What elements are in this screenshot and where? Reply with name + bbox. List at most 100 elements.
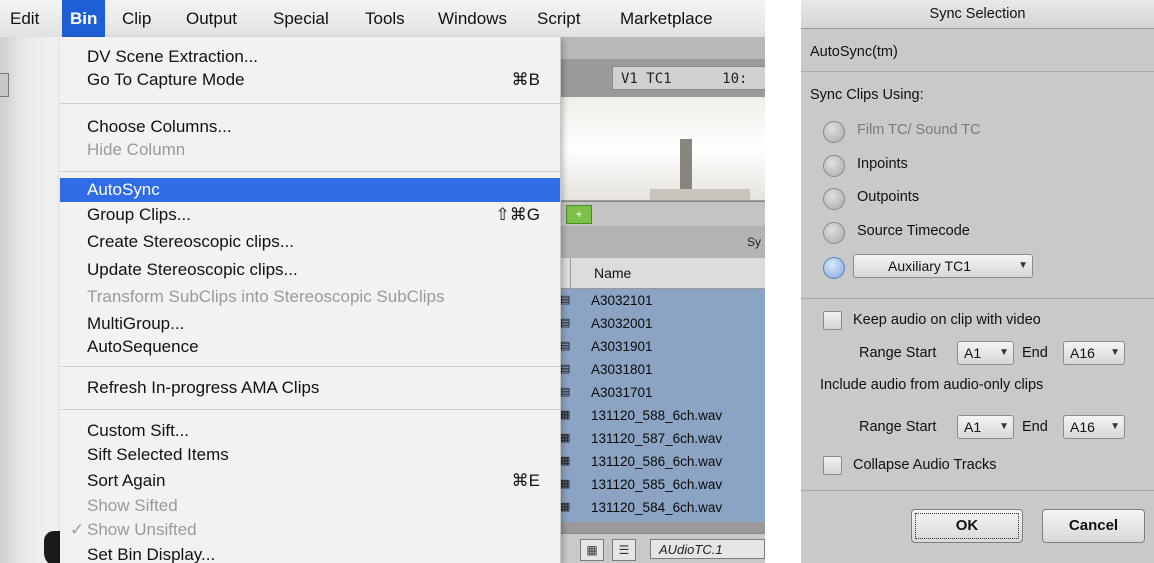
sync-selection-dialog: Sync Selection AutoSync(tm) Sync Clips U… — [801, 0, 1154, 563]
range-start-label: Range Start — [859, 345, 937, 361]
video-clip-icon: ▤ — [560, 340, 571, 352]
radio-outpoints[interactable] — [823, 188, 845, 210]
bin-tab[interactable]: Sy — [560, 226, 765, 258]
table-row[interactable]: ▤ A3031901 — [560, 335, 765, 358]
menu-item-hide-column: Hide Column — [60, 138, 560, 162]
menu-windows[interactable]: Windows — [430, 0, 515, 37]
shortcut-label: ⇧⌘G — [495, 205, 540, 224]
radio-source-timecode[interactable] — [823, 222, 845, 244]
menu-item-show-sifted: Show Sifted — [60, 494, 560, 518]
range-end-dropdown[interactable]: A16 ▼ — [1063, 341, 1125, 365]
radio-film-tc — [823, 121, 845, 143]
monitor-image-shelf — [650, 189, 750, 200]
menu-item-show-unsifted: ✓ Show Unsifted — [60, 518, 560, 542]
table-row[interactable]: ▦ 131120_586_6ch.wav — [560, 450, 765, 473]
menu-item-create-stereoscopic-clips[interactable]: Create Stereoscopic clips... — [60, 230, 560, 254]
menu-item-group-clips[interactable]: Group Clips... ⇧⌘G — [60, 203, 560, 227]
menu-item-label: Refresh In-progress AMA Clips — [87, 378, 320, 397]
menu-tools[interactable]: Tools — [357, 0, 413, 37]
radio-inpoints[interactable] — [823, 155, 845, 177]
menu-item-refresh-ama-clips[interactable]: Refresh In-progress AMA Clips — [60, 376, 560, 400]
add-button[interactable]: + — [566, 205, 592, 224]
auxiliary-tc-value: Auxiliary TC1 — [888, 258, 971, 274]
video-clip-icon: ▤ — [560, 363, 571, 375]
timecode-display[interactable]: V1 TC1 10: — [612, 66, 765, 90]
table-row[interactable]: ▦ 131120_585_6ch.wav — [560, 473, 765, 496]
collapse-audio-label: Collapse Audio Tracks — [853, 457, 997, 473]
keep-audio-checkbox[interactable] — [823, 311, 842, 330]
dialog-divider — [801, 298, 1154, 299]
collapse-audio-checkbox[interactable] — [823, 456, 842, 475]
menu-clip[interactable]: Clip — [114, 0, 159, 37]
radio-source-timecode-label: Source Timecode — [857, 223, 970, 239]
cancel-button[interactable]: Cancel — [1042, 509, 1145, 543]
background-button — [0, 73, 9, 97]
video-clip-icon: ▤ — [560, 317, 571, 329]
table-row[interactable]: ▤ A3031701 — [560, 381, 765, 404]
menu-item-set-bin-display[interactable]: Set Bin Display... — [60, 543, 560, 563]
menu-item-sort-again[interactable]: Sort Again ⌘E — [60, 469, 560, 493]
range-start-dropdown[interactable]: A1 ▼ — [957, 341, 1014, 365]
menu-item-autosequence[interactable]: AutoSequence — [60, 335, 560, 359]
ok-button[interactable]: OK — [911, 509, 1023, 543]
table-row[interactable]: ▦ 131120_587_6ch.wav — [560, 427, 765, 450]
clip-name: A3031801 — [591, 362, 653, 377]
radio-inpoints-label: Inpoints — [857, 156, 908, 172]
name-column-header[interactable]: Name — [594, 258, 631, 288]
range-end-value: A16 — [1070, 345, 1095, 361]
table-row[interactable]: ▦ 131120_584_6ch.wav — [560, 496, 765, 519]
keep-audio-label: Keep audio on clip with video — [853, 312, 1041, 328]
menu-item-multigroup[interactable]: MultiGroup... — [60, 312, 560, 336]
table-row[interactable]: ▤ A3032101 — [560, 289, 765, 312]
table-row[interactable]: ▦ 131120_588_6ch.wav — [560, 404, 765, 427]
auxiliary-tc-dropdown[interactable]: Auxiliary TC1 ▼ — [853, 254, 1033, 278]
shortcut-label: ⌘E — [511, 471, 540, 490]
frame-view-icon[interactable]: ▦ — [580, 539, 604, 561]
menu-special[interactable]: Special — [265, 0, 337, 37]
range-start-dropdown[interactable]: A1 ▼ — [957, 415, 1014, 439]
chevron-down-icon: ▼ — [1110, 347, 1120, 358]
menu-item-label: Set Bin Display... — [87, 545, 216, 563]
video-clip-icon: ▤ — [560, 294, 571, 306]
radio-auxiliary-tc[interactable] — [823, 257, 845, 279]
menu-item-update-stereoscopic-clips[interactable]: Update Stereoscopic clips... — [60, 258, 560, 282]
bin-window: V1 TC1 10: + Sy Name ▤ A3032101 ▤ A3032001… — [560, 37, 765, 563]
monitor-image-object — [680, 139, 692, 189]
column-divider[interactable] — [570, 258, 571, 288]
range-end-label: End — [1022, 419, 1048, 435]
menu-bin[interactable]: Bin — [62, 0, 106, 37]
bin-toolbar: + — [560, 201, 765, 227]
menu-item-dv-scene-extraction[interactable]: DV Scene Extraction... — [60, 45, 560, 69]
range-end-value: A16 — [1070, 419, 1095, 435]
menu-item-label: Show Unsifted — [87, 520, 197, 539]
menu-item-go-to-capture-mode[interactable]: Go To Capture Mode ⌘B — [60, 68, 560, 92]
range-start-label: Range Start — [859, 419, 937, 435]
menu-item-label: Create Stereoscopic clips... — [87, 232, 294, 251]
menu-bar: Edit Bin Clip Output Special Tools Windo… — [0, 0, 765, 38]
bin-menu-dropdown: DV Scene Extraction... Go To Capture Mod… — [60, 37, 561, 563]
menu-item-sift-selected-items[interactable]: Sift Selected Items — [60, 443, 560, 467]
table-row[interactable]: ▤ A3032001 — [560, 312, 765, 335]
range-end-dropdown[interactable]: A16 ▼ — [1063, 415, 1125, 439]
menu-output[interactable]: Output — [178, 0, 245, 37]
menu-item-label: Hide Column — [87, 140, 186, 159]
sync-method-label: AutoSync(tm) — [810, 44, 898, 60]
source-monitor — [560, 97, 765, 200]
bin-window-strip — [560, 37, 765, 59]
menu-item-autosync[interactable]: AutoSync — [60, 178, 560, 202]
menu-script[interactable]: Script — [529, 0, 588, 37]
bin-view-dropdown[interactable]: AUdioTC.1 — [650, 539, 765, 559]
text-view-icon[interactable]: ☰ — [612, 539, 636, 561]
menu-marketplace[interactable]: Marketplace — [612, 0, 721, 37]
table-row[interactable]: ▤ A3031801 — [560, 358, 765, 381]
menu-item-label: DV Scene Extraction... — [87, 47, 259, 66]
audio-clip-icon: ▦ — [560, 409, 571, 421]
menu-edit[interactable]: Edit — [2, 0, 47, 37]
chevron-down-icon: ▼ — [1110, 421, 1120, 432]
menu-divider — [60, 171, 560, 172]
menu-item-custom-sift[interactable]: Custom Sift... — [60, 419, 560, 443]
dialog-title: Sync Selection — [801, 0, 1154, 29]
menu-item-choose-columns[interactable]: Choose Columns... — [60, 115, 560, 139]
audio-clip-icon: ▦ — [560, 455, 571, 467]
clip-name: 131120_584_6ch.wav — [591, 500, 723, 515]
